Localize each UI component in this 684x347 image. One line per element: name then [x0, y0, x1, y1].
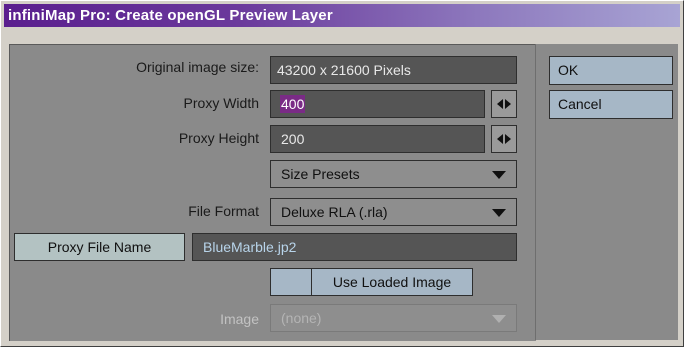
arrow-left-icon — [497, 99, 503, 109]
arrow-left-icon — [497, 134, 503, 144]
dropdown-arrow-icon — [492, 315, 506, 323]
image-label: Image — [220, 311, 259, 327]
window-title: infiniMap Pro: Create openGL Preview Lay… — [8, 7, 333, 24]
dropdown-arrow-icon — [492, 209, 506, 217]
proxy-file-name-button[interactable]: Proxy File Name — [14, 233, 185, 261]
image-dropdown[interactable]: (none) — [270, 304, 517, 332]
proxy-file-name-field[interactable]: BlueMarble.jp2 — [192, 233, 517, 261]
file-format-value: Deluxe RLA (.rla) — [281, 204, 388, 220]
file-format-dropdown[interactable]: Deluxe RLA (.rla) — [270, 198, 517, 226]
file-format-label: File Format — [188, 203, 259, 219]
original-size-field: 43200 x 21600 Pixels — [270, 56, 517, 84]
cancel-button[interactable]: Cancel — [549, 90, 673, 119]
arrow-right-icon — [505, 134, 511, 144]
use-loaded-image-label[interactable]: Use Loaded Image — [311, 268, 473, 296]
proxy-width-stepper[interactable] — [491, 90, 517, 118]
ok-button[interactable]: OK — [549, 56, 673, 85]
proxy-width-input[interactable]: 400 — [270, 90, 485, 118]
proxy-height-label: Proxy Height — [178, 130, 259, 146]
title-bar[interactable]: infiniMap Pro: Create openGL Preview Lay… — [4, 4, 680, 27]
size-presets-value: Size Presets — [281, 166, 360, 182]
image-value: (none) — [281, 310, 322, 326]
dialog-window: infiniMap Pro: Create openGL Preview Lay… — [0, 0, 684, 347]
proxy-width-label: Proxy Width — [183, 95, 259, 111]
actions-panel — [535, 44, 678, 340]
proxy-height-stepper[interactable] — [491, 125, 517, 153]
proxy-width-value: 400 — [280, 95, 306, 113]
proxy-height-input[interactable]: 200 — [270, 125, 485, 153]
size-presets-dropdown[interactable]: Size Presets — [270, 160, 517, 188]
original-size-label: Original image size: — [136, 59, 259, 75]
use-loaded-image-checkbox[interactable] — [270, 268, 312, 296]
settings-panel — [9, 44, 536, 341]
arrow-right-icon — [505, 99, 511, 109]
dropdown-arrow-icon — [492, 171, 506, 179]
